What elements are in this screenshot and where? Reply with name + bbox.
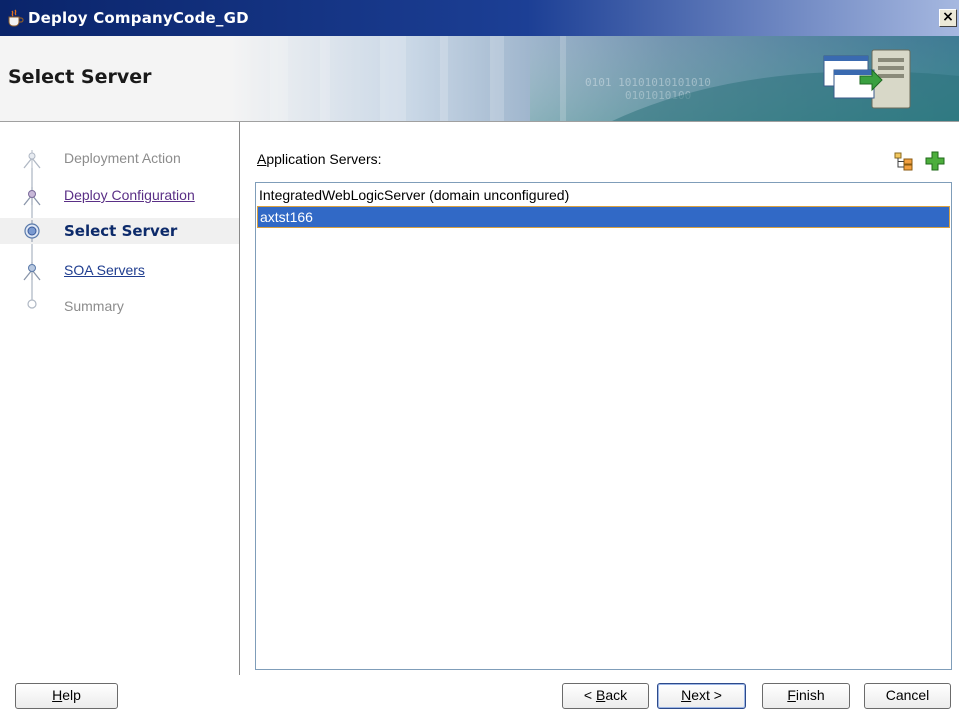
cancel-button[interactable]: Cancel xyxy=(864,683,951,709)
next-button[interactable]: Next > xyxy=(657,683,746,709)
server-name: IntegratedWebLogicServer (domain unconfi… xyxy=(259,187,570,203)
back-button[interactable]: < Back xyxy=(562,683,649,709)
add-icon[interactable] xyxy=(924,150,946,172)
finish-button[interactable]: Finish xyxy=(762,683,850,709)
title-bar[interactable]: Deploy CompanyCode_GD × xyxy=(0,0,959,36)
step-deployment-action: Deployment Action xyxy=(22,146,237,172)
server-name: axtst166 xyxy=(260,209,313,225)
train-step-icon xyxy=(23,262,41,281)
step-summary: Summary xyxy=(22,294,237,320)
main-panel: Application Servers: IntegratedWebLogicS… xyxy=(240,122,959,675)
jdeveloper-cup-icon xyxy=(8,9,24,27)
help-button[interactable]: Help xyxy=(15,683,118,709)
application-servers-list[interactable]: IntegratedWebLogicServer (domain unconfi… xyxy=(255,182,952,670)
step-deploy-configuration[interactable]: Deploy Configuration xyxy=(22,183,237,209)
server-row-axtst166[interactable]: axtst166 xyxy=(257,206,950,228)
server-row-integratedweblogicserver[interactable]: IntegratedWebLogicServer (domain unconfi… xyxy=(257,184,950,206)
server-tree-icon[interactable] xyxy=(893,150,915,172)
wizard-steps: Deployment Action Deploy Configuration S… xyxy=(0,122,240,675)
step-select-server: Select Server xyxy=(0,218,239,244)
svg-text:0101 10101010101010: 0101 10101010101010 xyxy=(585,76,711,89)
window-title: Deploy CompanyCode_GD xyxy=(28,9,249,27)
deploy-to-server-icon xyxy=(823,49,911,109)
close-button[interactable]: × xyxy=(939,9,957,27)
step-label: Summary xyxy=(64,298,124,314)
step-label: Deployment Action xyxy=(64,150,181,166)
train-step-current-icon xyxy=(24,220,40,242)
train-step-icon xyxy=(23,187,41,206)
train-step-icon xyxy=(23,150,41,169)
button-bar: Help < Back Next > Finish Cancel xyxy=(0,675,959,713)
step-link[interactable]: Deploy Configuration xyxy=(64,187,195,203)
deploy-dialog: Deploy CompanyCode_GD × 0101 10101010101… xyxy=(0,0,959,713)
step-soa-servers[interactable]: SOA Servers xyxy=(22,258,237,284)
mnemonic-char: A xyxy=(257,151,267,167)
page-header: 0101 10101010101010 0101010100 Select Se… xyxy=(0,36,959,122)
train-step-end-icon xyxy=(27,299,37,309)
page-title: Select Server xyxy=(8,66,152,88)
close-icon: × xyxy=(942,9,954,25)
application-servers-label: Application Servers: xyxy=(257,151,382,167)
step-label-current: Select Server xyxy=(64,222,178,240)
step-link[interactable]: SOA Servers xyxy=(64,262,145,278)
